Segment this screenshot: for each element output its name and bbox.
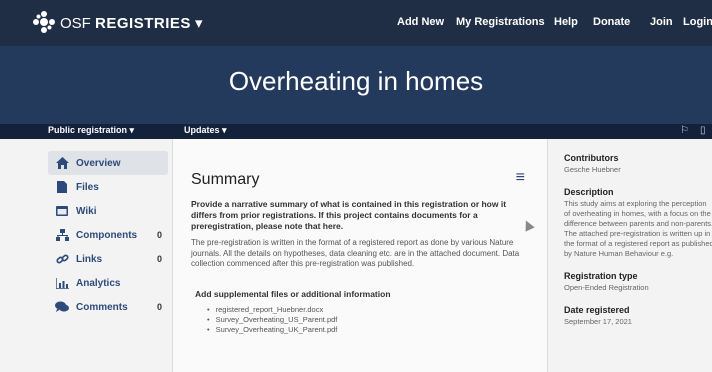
sidebar-item-comments[interactable]: Comments 0 — [48, 295, 168, 319]
sidebar-item-label: Links — [76, 253, 103, 265]
sidebar-item-label: Overview — [76, 157, 121, 169]
page-title: Overheating in homes — [228, 66, 484, 96]
sidebar-item-label: Comments — [76, 301, 128, 313]
sidebar-item-count: 0 — [156, 254, 162, 264]
nav-help[interactable]: Help — [554, 16, 578, 28]
main-area: Overview Files Wiki Components 0 Links 0… — [0, 139, 712, 372]
registration-type-value: Open-Ended Registration — [564, 283, 649, 292]
nav-join[interactable]: Join — [650, 16, 673, 28]
brand-prefix: OSF — [60, 15, 91, 32]
nav-add-new[interactable]: Add New — [397, 16, 444, 28]
osf-logo-icon[interactable] — [32, 10, 56, 34]
sidebar-item-wiki[interactable]: Wiki — [48, 199, 168, 223]
public-registration-dropdown[interactable]: Public registration ▾ — [48, 125, 134, 136]
summary-prompt: Provide a narrative summary of what is c… — [191, 199, 507, 231]
sidebar-item-analytics[interactable]: Analytics — [48, 271, 168, 295]
project-header: Overheating in homes — [0, 46, 712, 124]
file-link[interactable]: Survey_Overheating_US_Parent.pdf — [207, 315, 338, 325]
sidebar-item-label: Wiki — [76, 205, 97, 217]
nav-login[interactable]: Login — [683, 16, 712, 28]
bookmark-icon[interactable]: ▯ — [700, 125, 706, 136]
components-icon — [54, 228, 70, 242]
nav-my-registrations[interactable]: My Registrations — [456, 16, 545, 28]
updates-dropdown[interactable]: Updates ▾ — [184, 125, 227, 136]
home-icon — [54, 156, 70, 170]
supplemental-files-heading: Add supplemental files or additional inf… — [195, 289, 391, 299]
summary-panel: Summary ≡ Provide a narrative summary of… — [172, 139, 548, 372]
sidebar-item-components[interactable]: Components 0 — [48, 223, 168, 247]
registration-subbar: Public registration ▾ Updates ▾ ⚐ ▯ — [0, 124, 712, 139]
file-icon — [54, 180, 70, 194]
nav-donate[interactable]: Donate — [593, 16, 630, 28]
summary-heading: Summary — [191, 171, 260, 188]
osf-registration-page: OSF REGISTRIES ▾ Add New My Registration… — [0, 0, 712, 372]
sidebar-item-label: Files — [76, 181, 99, 193]
description-text: This study aims at exploring the percept… — [564, 199, 712, 258]
project-sidebar: Overview Files Wiki Components 0 Links 0… — [48, 151, 168, 319]
sidebar-item-overview[interactable]: Overview — [48, 151, 168, 175]
file-link[interactable]: registered_report_Huebner.docx — [207, 305, 337, 315]
analytics-icon — [54, 276, 70, 290]
sidebar-item-files[interactable]: Files — [48, 175, 168, 199]
date-registered-value: September 17, 2021 — [564, 317, 632, 326]
registration-details: Contributors Gesche Huebner Description … — [564, 149, 712, 327]
comments-icon — [54, 300, 70, 314]
wiki-icon — [54, 204, 70, 218]
sidebar-item-links[interactable]: Links 0 — [48, 247, 168, 271]
contributor-name[interactable]: Gesche Huebner — [564, 165, 712, 175]
brand-name[interactable]: OSF REGISTRIES ▾ — [60, 14, 203, 32]
top-navbar: OSF REGISTRIES ▾ Add New My Registration… — [0, 0, 712, 46]
registration-type-label: Registration type — [564, 271, 638, 281]
sidebar-item-label: Components — [76, 229, 138, 241]
sidebar-item-label: Analytics — [76, 277, 121, 289]
link-icon — [54, 252, 70, 266]
hamburger-menu-icon[interactable]: ≡ — [516, 169, 525, 187]
brand-registries: REGISTRIES — [95, 15, 191, 32]
file-link[interactable]: Survey_Overheating_UK_Parent.pdf — [207, 325, 338, 335]
supplemental-file-list: registered_report_Huebner.docx Survey_Ov… — [207, 305, 338, 335]
chevron-down-icon: ▾ — [195, 15, 203, 32]
share-icon[interactable]: ⚐ — [680, 125, 689, 136]
summary-description: The pre-registration is written in the f… — [191, 238, 520, 268]
sidebar-item-count: 0 — [156, 230, 162, 240]
contributors-label: Contributors — [564, 153, 619, 163]
description-label: Description — [564, 187, 614, 197]
sidebar-item-count: 0 — [156, 302, 162, 312]
date-registered-label: Date registered — [564, 305, 630, 315]
